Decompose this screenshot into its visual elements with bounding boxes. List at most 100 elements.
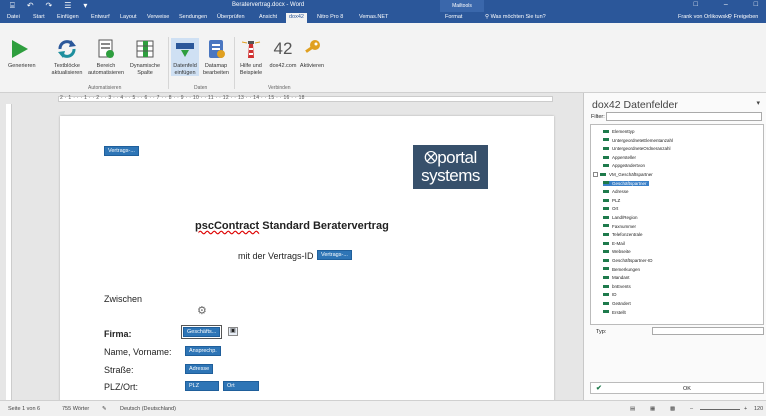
tab-einfuegen[interactable]: Einfügen: [54, 13, 82, 21]
dox42-datenfelder-pane: dox42 Datenfelder ▾ Filter: Elementtyp Un…: [583, 93, 766, 400]
filter-input[interactable]: [606, 112, 762, 121]
tell-me-search[interactable]: ⚲ Was möchten Sie tun?: [485, 14, 546, 20]
pane-title: dox42 Datenfelder: [592, 99, 678, 111]
plz-ort-label: PLZ/Ort:: [104, 382, 139, 392]
textbloecke-label-2: aktualisieren: [51, 69, 83, 76]
generieren-button[interactable]: Generieren: [8, 38, 36, 70]
tab-format[interactable]: Format: [442, 13, 465, 21]
pane-options-icon[interactable]: ▾: [756, 99, 760, 107]
tree-item[interactable]: VM_Geschäftspartner: [593, 172, 653, 178]
tab-start[interactable]: Start: [30, 13, 48, 21]
tree-item[interactable]: Telefonzentrale: [603, 232, 643, 237]
tree-item[interactable]: E-Mail: [603, 241, 625, 246]
bereich-button[interactable]: Bereich automatisieren: [86, 38, 126, 76]
minimize-icon[interactable]: –: [724, 1, 728, 8]
datenfeld-label-1: Datenfeld: [173, 63, 197, 69]
language[interactable]: Deutsch (Deutschland): [120, 406, 176, 412]
tab-nitro[interactable]: Nitro Pro 8: [314, 13, 346, 21]
tree-expander-icon[interactable]: [593, 172, 598, 178]
tree-item[interactable]: Mandant: [603, 275, 630, 280]
tree-item-label: Faxnummer: [612, 223, 637, 229]
tree-item[interactable]: Elementtyp: [603, 129, 635, 134]
field-options-icon[interactable]: ▣: [228, 327, 238, 336]
zoom-in-icon[interactable]: +: [744, 406, 747, 412]
ruler-numbers: 2 · 1 · · · 1 · · 2 · · 3 · · 4 · · 5 · …: [60, 95, 305, 101]
tree-item[interactable]: UntergeordneteOrdneranzahl: [603, 146, 671, 151]
tab-datei[interactable]: Datei: [4, 13, 23, 21]
tab-verweise[interactable]: Verweise: [144, 13, 172, 21]
ort-field[interactable]: Ort: [223, 381, 259, 391]
datamap-button[interactable]: Datamap bearbeiten: [200, 38, 232, 76]
aktivieren-button[interactable]: Aktivieren: [298, 38, 326, 70]
textbloecke-button[interactable]: Textblöcke aktualisieren: [49, 38, 85, 76]
tree-item[interactable]: Land/Region: [603, 215, 638, 220]
tree-item[interactable]: Geschäftspartner: [603, 180, 649, 186]
word-count[interactable]: 755 Wörter: [62, 406, 89, 412]
tree-item[interactable]: Bemerkungen: [603, 267, 640, 272]
tree-item[interactable]: Adresse: [603, 189, 629, 194]
tree-item[interactable]: PLZ: [603, 198, 620, 203]
strasse-field[interactable]: Adresse: [185, 364, 214, 374]
horizontal-ruler[interactable]: 2 · 1 · · · 1 · · 2 · · 3 · · 4 · · 5 · …: [0, 93, 582, 104]
tree-item[interactable]: ID: [603, 292, 617, 297]
tree-item[interactable]: Appersteller: [603, 155, 636, 160]
tree-item[interactable]: bnEvents: [603, 284, 631, 289]
dynamische-spalte-label-1: Dynamische: [129, 63, 161, 69]
ribbon-display-icon[interactable]: □: [694, 1, 698, 8]
tab-layout[interactable]: Layout: [117, 13, 140, 21]
zoom-out-icon[interactable]: –: [690, 406, 693, 412]
tree-item[interactable]: Appgeändertvon: [603, 163, 645, 168]
zoom-level[interactable]: 120: [754, 406, 763, 412]
redo-icon[interactable]: ↷: [46, 1, 53, 11]
name-field[interactable]: Ansprechp.: [185, 346, 221, 356]
vertrags-id-field[interactable]: Vertrags-...: [317, 250, 352, 260]
maximize-icon[interactable]: □: [754, 1, 758, 8]
document-page[interactable]: Vertrags-... ⭙portal systems pscContract…: [60, 116, 554, 416]
id-text: mit der Vertrags-ID: [238, 251, 314, 261]
dox42-com-button[interactable]: 42 dox42.com: [266, 38, 300, 70]
user-name[interactable]: Frank von Orlikowski: [678, 14, 729, 20]
tab-ansicht[interactable]: Ansicht: [256, 13, 280, 21]
datenfeld-button[interactable]: Datenfeld einfügen: [171, 38, 199, 76]
ok-button[interactable]: OK: [683, 386, 691, 392]
tab-sendungen[interactable]: Sendungen: [176, 13, 210, 21]
tab-dox42[interactable]: dox42: [286, 13, 307, 23]
tree-item[interactable]: Webseite: [603, 249, 631, 254]
page-count[interactable]: Seite 1 von 6: [8, 406, 40, 412]
web-layout-icon[interactable]: ▩: [670, 406, 675, 412]
tree-item[interactable]: Faxnummer: [603, 224, 636, 229]
tree-item[interactable]: Geändert: [603, 301, 631, 306]
firma-field[interactable]: Geschäfts...: [180, 325, 223, 339]
zoom-slider[interactable]: [700, 409, 740, 410]
plz-field[interactable]: PLZ: [185, 381, 219, 391]
tree-item[interactable]: Ort: [603, 206, 618, 211]
document-heading: pscContract Standard Beratervertrag: [195, 220, 389, 232]
undo-icon[interactable]: ↶: [27, 1, 34, 11]
customize-qat-icon[interactable]: ▾: [83, 1, 87, 11]
save-icon[interactable]: ⌸: [10, 1, 15, 11]
touch-mode-icon[interactable]: ☰: [64, 1, 71, 11]
proofing-icon[interactable]: ✎: [102, 406, 107, 412]
tree-item[interactable]: Geschäftspartner-ID: [603, 258, 653, 263]
dynamische-spalte-button[interactable]: Dynamische Spalte: [128, 38, 162, 76]
hilfe-button[interactable]: Hilfe und Beispiele: [236, 38, 266, 76]
logo-line-2: systems: [421, 166, 480, 185]
print-layout-icon[interactable]: ▦: [650, 406, 655, 412]
tab-vemas[interactable]: Vemas.NET: [356, 13, 391, 21]
read-mode-icon[interactable]: ▤: [630, 406, 635, 412]
gear-anchor-icon[interactable]: ⚙: [197, 304, 207, 317]
vertrags-field-top[interactable]: Vertrags-...: [104, 146, 139, 156]
share-button[interactable]: ⚲ Freigeben: [728, 14, 758, 20]
group-label-verbinden: Verbinden: [268, 85, 291, 91]
typ-select[interactable]: [652, 327, 764, 335]
quick-access-toolbar: ⌸ ↶ ↷ ☰ ▾: [10, 1, 87, 11]
tree-item[interactable]: Erstellt: [603, 310, 626, 315]
tab-ueberpruefen[interactable]: Überprüfen: [214, 13, 248, 21]
tree-item[interactable]: UntergeordneteElementanzahl: [603, 138, 673, 143]
window-controls: □ – □: [694, 1, 758, 8]
tree-item-label: Adresse: [612, 189, 629, 195]
field-type-icon: [603, 301, 609, 305]
datenfeld-tree[interactable]: Elementtyp UntergeordneteElementanzahl Unt…: [590, 124, 764, 325]
tab-entwurf[interactable]: Entwurf: [88, 13, 113, 21]
vertical-ruler[interactable]: [6, 104, 12, 400]
